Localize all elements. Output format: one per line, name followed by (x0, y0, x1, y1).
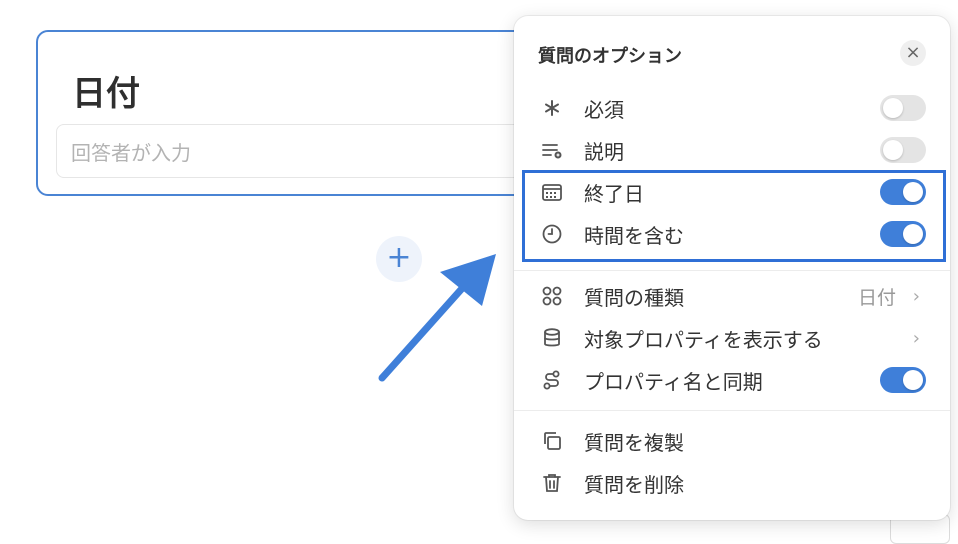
close-button[interactable]: × (900, 40, 926, 66)
option-description[interactable]: 説明 (514, 130, 950, 170)
sync-icon (540, 368, 564, 392)
sync-property-toggle[interactable] (880, 367, 926, 393)
option-question-type-label: 質問の種類 (584, 285, 684, 310)
database-icon (540, 326, 564, 350)
question-options-panel: 質問のオプション × 必須 説明 終了日 時間を含む 質問の種類 日付 › 対象… (514, 16, 950, 520)
question-type-value: 日付 (857, 286, 896, 309)
option-target-property-label: 対象プロパティを表示する (584, 327, 823, 352)
required-toggle[interactable] (880, 95, 926, 121)
asterisk-icon (540, 96, 564, 120)
option-sync-property-label: プロパティ名と同期 (584, 369, 763, 394)
option-question-type[interactable]: 質問の種類 日付 › (514, 276, 950, 316)
divider (514, 270, 950, 271)
grid-icon (540, 284, 564, 308)
option-required-label: 必須 (584, 97, 624, 122)
chevron-right-icon: › (912, 285, 920, 307)
add-question-button[interactable]: + (376, 236, 422, 282)
delete-question-button[interactable]: 質問を削除 (514, 463, 950, 503)
duplicate-question-button[interactable]: 質問を複製 (514, 421, 950, 461)
delete-question-label: 質問を削除 (584, 472, 684, 497)
panel-title: 質問のオプション (538, 46, 682, 67)
question-title[interactable]: 日付 (72, 66, 140, 115)
duplicate-question-label: 質問を複製 (584, 430, 684, 455)
option-target-property[interactable]: 対象プロパティを表示する › (514, 318, 950, 358)
option-sync-property[interactable]: プロパティ名と同期 (514, 360, 950, 400)
question-card[interactable]: 日付 回答者が入力 (36, 30, 576, 196)
duplicate-icon (540, 429, 564, 453)
option-description-label: 説明 (584, 139, 624, 164)
description-toggle[interactable] (880, 137, 926, 163)
highlight-box (522, 170, 946, 262)
divider (514, 410, 950, 411)
option-required[interactable]: 必須 (514, 88, 950, 128)
answer-input[interactable]: 回答者が入力 (56, 124, 576, 178)
chevron-right-icon: › (912, 327, 920, 349)
trash-icon (540, 471, 564, 495)
answer-placeholder: 回答者が入力 (71, 140, 191, 165)
description-icon (540, 138, 564, 162)
